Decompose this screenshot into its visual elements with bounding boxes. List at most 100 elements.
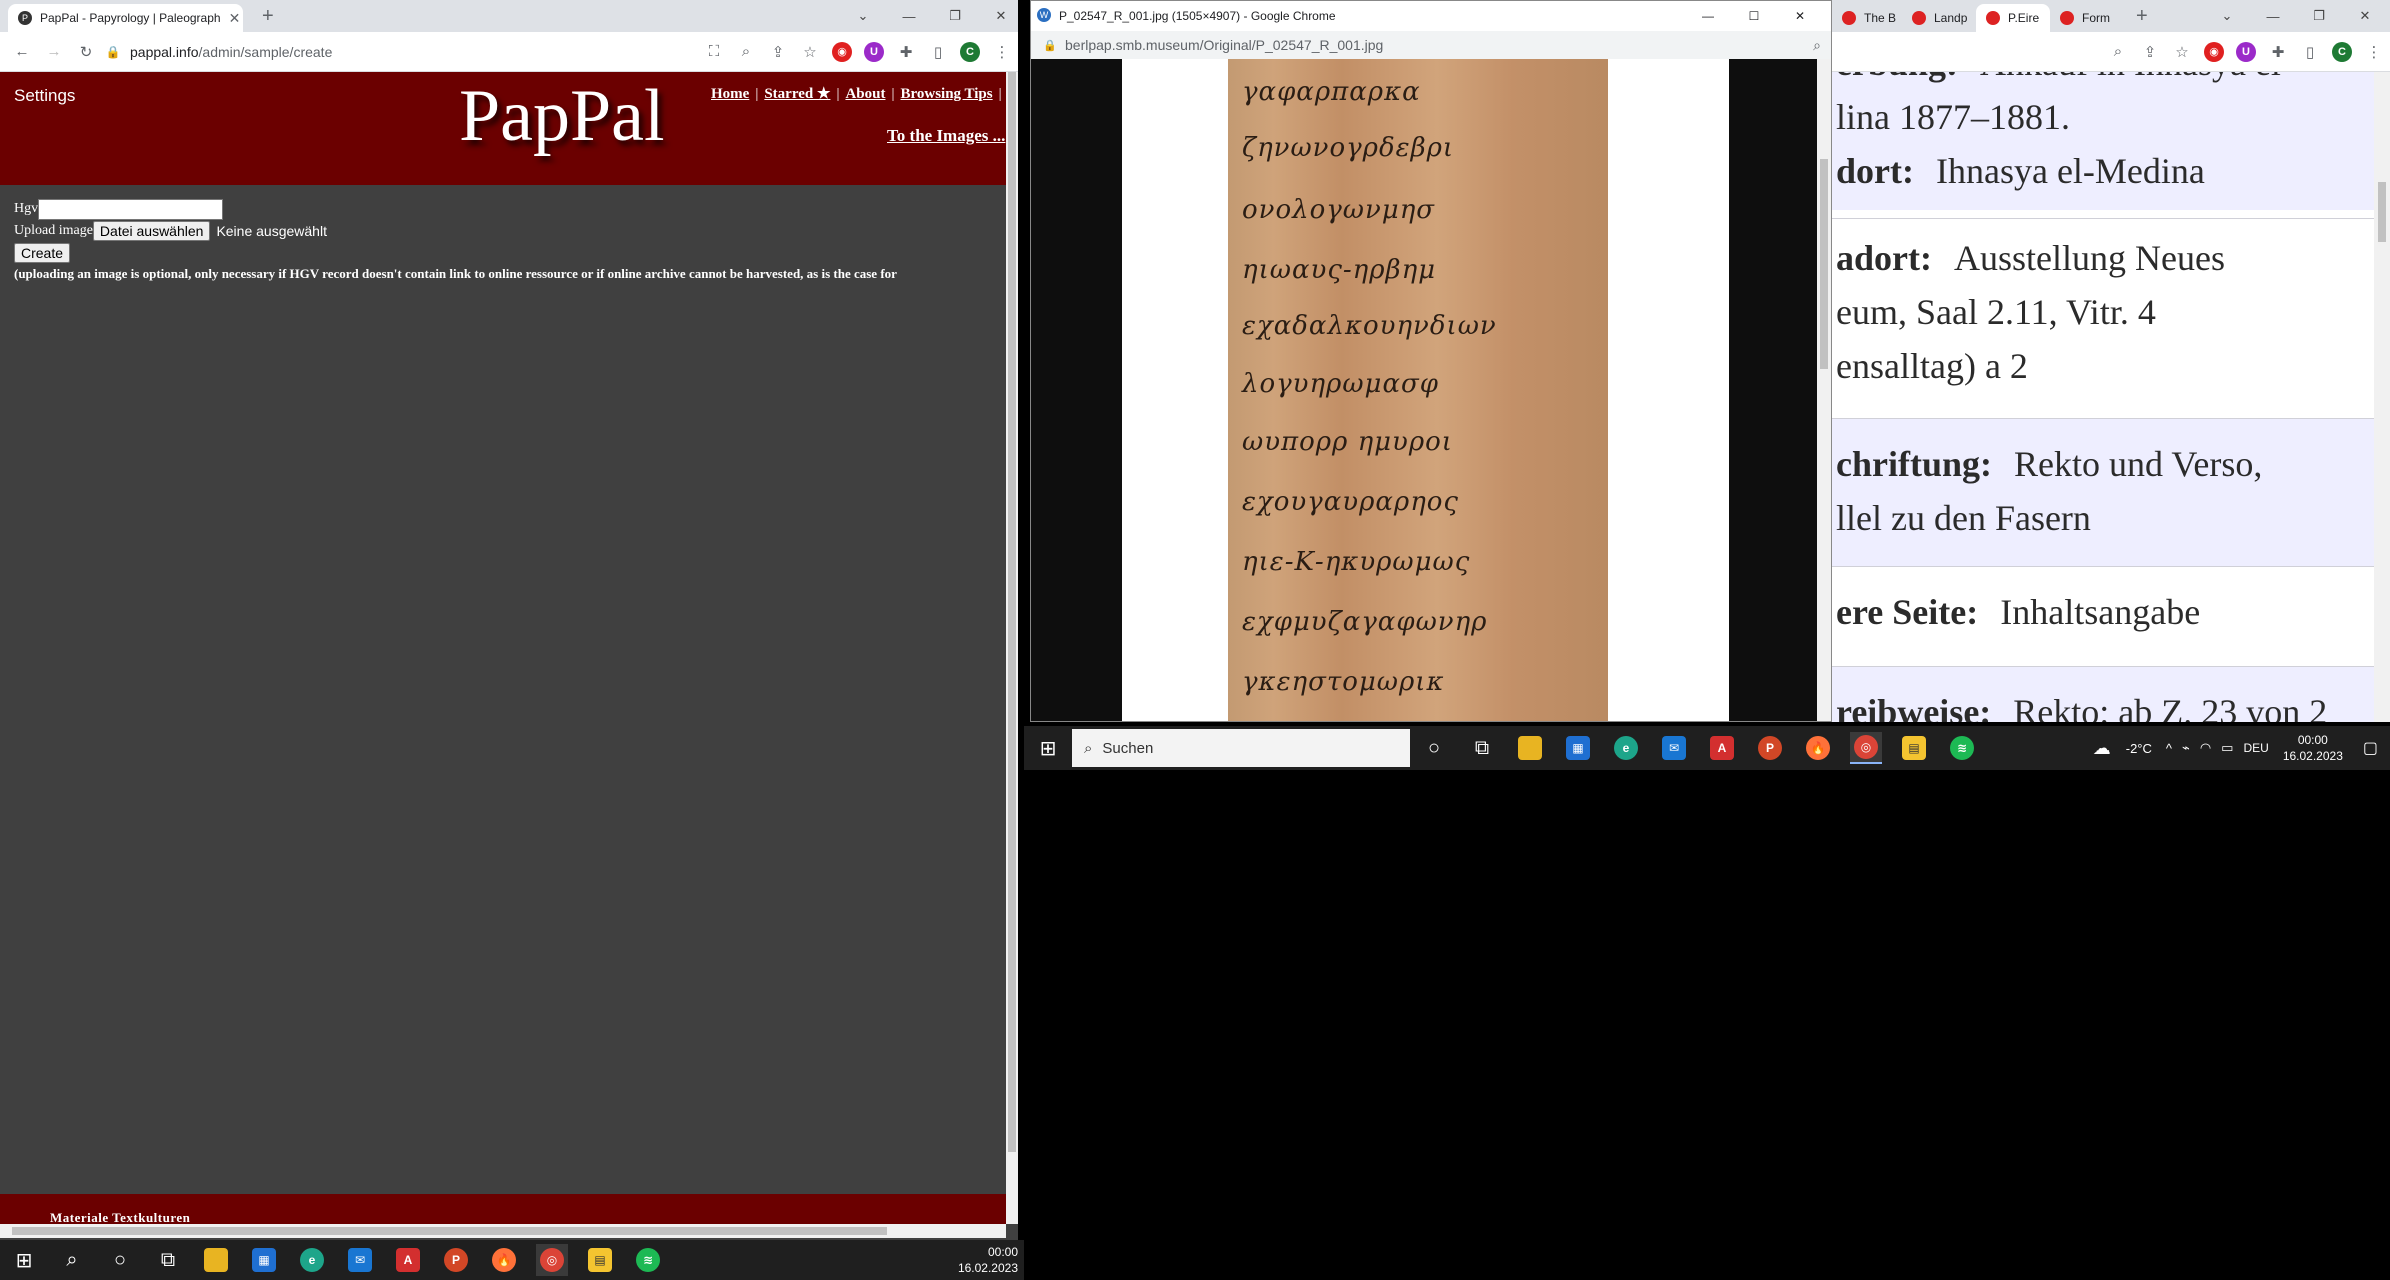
mail-icon[interactable]: ✉	[344, 1244, 376, 1276]
side-panel-icon[interactable]: ▯	[2294, 43, 2326, 61]
menu-kebab-icon[interactable]: ⋮	[2358, 43, 2390, 61]
bookmark-star-icon[interactable]: ☆	[794, 43, 826, 61]
restore-icon[interactable]: ❐	[2296, 0, 2342, 32]
image-vertical-scrollbar[interactable]	[1817, 59, 1831, 721]
new-tab-icon[interactable]: +	[262, 5, 274, 28]
profile-avatar[interactable]: C	[960, 41, 980, 62]
vertical-scroll-thumb[interactable]	[1008, 72, 1016, 1152]
tab-the-b[interactable]: The B	[1832, 4, 1902, 32]
powerpoint-icon[interactable]: P	[1754, 732, 1786, 764]
task-view-icon[interactable]: ⧉	[152, 1244, 184, 1276]
task-view-icon[interactable]: ⧉	[1466, 732, 1498, 764]
store-icon[interactable]: ▦	[1562, 732, 1594, 764]
nav-about[interactable]: About	[845, 86, 885, 102]
windows-start-icon[interactable]: ⊞	[1032, 732, 1064, 764]
page-vertical-scrollbar[interactable]	[1006, 72, 1018, 1224]
to-images-link[interactable]: To the Images ...	[887, 126, 1005, 146]
profile-avatar[interactable]: C	[2332, 41, 2352, 62]
menu-kebab-icon[interactable]: ⋮	[986, 43, 1018, 61]
extension-red-icon[interactable]: ◉	[2204, 41, 2224, 62]
cortana-icon[interactable]: ○	[104, 1244, 136, 1276]
extension-purple-icon[interactable]: U	[864, 41, 884, 62]
hgv-input[interactable]	[38, 198, 224, 220]
weather-icon[interactable]: ☁	[2086, 732, 2118, 764]
acrobat-icon[interactable]: A	[1706, 732, 1738, 764]
weather-temp[interactable]: -2°C	[2126, 741, 2152, 756]
tab-pappal[interactable]: P PapPal - Papyrology | Paleograph ✕	[8, 4, 243, 32]
close-tab-icon[interactable]: ✕	[221, 10, 241, 27]
record-vertical-scrollbar[interactable]	[2374, 72, 2390, 722]
wifi-icon[interactable]: ◠	[2200, 740, 2211, 756]
network-icon[interactable]: ⌁	[2182, 740, 2190, 756]
vertical-scroll-thumb[interactable]	[1820, 159, 1828, 369]
side-panel-icon[interactable]: ▯	[922, 43, 954, 61]
bookmark-star-icon[interactable]: ☆	[2166, 43, 2198, 61]
taskbar-clock[interactable]: 00:00 16.02.2023	[2283, 732, 2343, 764]
notes-icon[interactable]: ▤	[1898, 732, 1930, 764]
extensions-puzzle-icon[interactable]: ✚	[2262, 43, 2294, 61]
share-icon[interactable]: ⇪	[2134, 43, 2166, 61]
image-address-bar[interactable]: 🔒 berlpap.smb.museum/Original/P_02547_R_…	[1031, 31, 1831, 59]
new-tab-icon[interactable]: +	[2136, 5, 2148, 28]
notifications-icon[interactable]: ▢	[2363, 738, 2378, 758]
maximize-icon[interactable]: ☐	[1731, 1, 1777, 31]
tray-chevron-icon[interactable]: ^	[2166, 741, 2172, 756]
minimize-icon[interactable]: —	[1685, 1, 1731, 31]
chrome-icon[interactable]: ◎	[536, 1244, 568, 1276]
firefox-icon[interactable]: 🔥	[1802, 732, 1834, 764]
choose-file-button[interactable]: Datei auswählen	[92, 221, 211, 241]
language-indicator[interactable]: DEU	[2243, 741, 2268, 755]
reload-icon[interactable]: ↻	[70, 43, 102, 61]
papyrus-image[interactable]: γαφαρπαρκα ζηνωνογρδεβρι ονολογωνμησ ηιω…	[1228, 59, 1608, 721]
tab-landp[interactable]: Landp	[1902, 4, 1976, 32]
tab-form[interactable]: Form	[2050, 4, 2124, 32]
lock-icon[interactable]: 🔒	[102, 45, 124, 59]
tab-p-eire[interactable]: P.Eire	[1976, 4, 2050, 32]
translate-icon[interactable]: ⛶	[698, 43, 730, 60]
close-icon[interactable]: ✕	[2342, 0, 2388, 32]
close-icon[interactable]: ✕	[1777, 1, 1823, 31]
spotify-icon[interactable]: ≋	[1946, 732, 1978, 764]
spotify-icon[interactable]: ≋	[632, 1244, 664, 1276]
tab-search-icon[interactable]: ⌄	[2204, 0, 2250, 32]
extension-purple-icon[interactable]: U	[2236, 41, 2256, 62]
powerpoint-icon[interactable]: P	[440, 1244, 472, 1276]
windows-start-icon[interactable]: ⊞	[8, 1244, 40, 1276]
image-canvas[interactable]: γαφαρπαρκα ζηνωνογρδεβρι ονολογωνμησ ηιω…	[1122, 59, 1729, 721]
extensions-puzzle-icon[interactable]: ✚	[890, 43, 922, 61]
zoom-icon[interactable]: ⌕	[730, 43, 762, 60]
chrome-icon[interactable]: ◎	[1850, 732, 1882, 764]
taskbar-clock[interactable]: 00:00 16.02.2023	[958, 1244, 1018, 1276]
file-explorer-icon[interactable]	[200, 1244, 232, 1276]
search-icon[interactable]: ⌕	[56, 1244, 88, 1276]
create-button[interactable]: Create	[14, 243, 71, 263]
share-icon[interactable]: ⇪	[762, 43, 794, 61]
zoom-icon[interactable]: ⌕	[1813, 37, 1821, 54]
minimize-icon[interactable]: —	[2250, 0, 2296, 32]
store-icon[interactable]: ▦	[248, 1244, 280, 1276]
notes-icon[interactable]: ▤	[584, 1244, 616, 1276]
close-icon[interactable]: ✕	[978, 0, 1018, 32]
nav-starred[interactable]: Starred ★	[764, 86, 830, 102]
forward-icon[interactable]: →	[38, 43, 70, 60]
minimize-icon[interactable]: —	[886, 0, 932, 32]
tab-search-icon[interactable]: ⌄	[840, 0, 886, 32]
edge-icon[interactable]: e	[296, 1244, 328, 1276]
edge-icon[interactable]: e	[1610, 732, 1642, 764]
cortana-icon[interactable]: ○	[1418, 732, 1450, 764]
zoom-icon[interactable]: ⌕	[2102, 43, 2134, 60]
file-explorer-icon[interactable]	[1514, 732, 1546, 764]
firefox-icon[interactable]: 🔥	[488, 1244, 520, 1276]
horizontal-scroll-thumb[interactable]	[12, 1227, 887, 1235]
settings-link[interactable]: Settings	[14, 86, 75, 106]
restore-icon[interactable]: ❐	[932, 0, 978, 32]
back-icon[interactable]: ←	[6, 43, 38, 60]
page-horizontal-scrollbar[interactable]	[0, 1224, 1006, 1238]
nav-home[interactable]: Home	[711, 86, 749, 102]
acrobat-icon[interactable]: A	[392, 1244, 424, 1276]
nav-browsing-tips[interactable]: Browsing Tips	[900, 86, 992, 102]
pappal-logo[interactable]: PapPal	[459, 74, 665, 159]
battery-icon[interactable]: ▭	[2221, 740, 2233, 756]
mail-icon[interactable]: ✉	[1658, 732, 1690, 764]
extension-red-icon[interactable]: ◉	[832, 41, 852, 62]
